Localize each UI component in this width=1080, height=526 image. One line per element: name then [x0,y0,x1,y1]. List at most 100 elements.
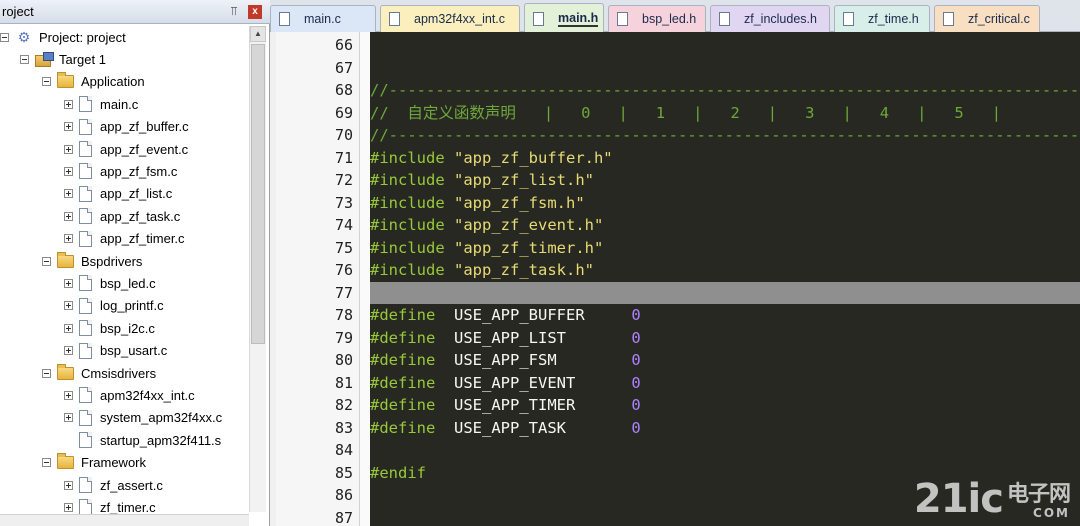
tree-item-file[interactable]: system_apm32f4xx.c [64,407,222,429]
tree-horizontal-scrollbar[interactable] [0,514,249,526]
expand-icon[interactable] [64,346,73,356]
tree-item-folder[interactable]: Bspdrivers [42,250,142,272]
tab-zf-time-h[interactable]: zf_time.h [834,5,930,32]
collapse-icon[interactable] [42,256,51,266]
code-token: //--------------------------------------… [370,126,1080,144]
tree-item-file[interactable]: app_zf_fsm.c [64,160,177,182]
tree-item-file[interactable]: apm32f4xx_int.c [64,384,195,406]
fold-margin [360,32,370,526]
tree-item-file[interactable]: log_printf.c [64,295,164,317]
tab-label: apm32f4xx_int.c [414,12,506,26]
code-line[interactable] [370,281,1080,304]
tree-item-file[interactable]: app_zf_timer.c [64,228,185,250]
collapse-icon[interactable] [42,458,51,468]
tree-item-folder[interactable]: Cmsisdrivers [42,362,156,384]
code-line[interactable]: #define USE_APP_TASK 0 [370,417,1080,440]
code-token: "app_zf_task.h" [454,261,594,279]
line-number: 73 [334,193,353,212]
expand-icon[interactable] [64,301,73,311]
code-token: #include [370,238,454,257]
line-number-gutter: 66 67 68 69 70 71 72 73 74 75 76 77 78 79 80 81 82 83 84 85… [276,32,360,526]
tree-item-file[interactable]: bsp_led.c [64,272,156,294]
tree-item-label: Framework [81,455,147,471]
collapse-icon[interactable] [0,32,9,42]
tree-item-file[interactable]: app_zf_event.c [64,138,188,160]
scroll-up-arrow-icon[interactable]: ▲ [250,26,266,42]
line-number: 68 [334,81,353,99]
tree-item-label: app_zf_buffer.c [100,119,189,135]
tree-vertical-scrollbar[interactable]: ▲ [249,26,266,512]
line-number: 80 [334,351,353,369]
code-line[interactable]: #include "app_zf_buffer.h" [370,147,1080,170]
tree-item-project[interactable]: ⚙ Project: project [0,26,126,48]
tab-zf-includes-h[interactable]: zf_includes.h [710,5,830,32]
code-line[interactable]: #include "app_zf_event.h" [370,214,1080,237]
tree-item-file[interactable]: app_zf_buffer.c [64,116,189,138]
expand-icon[interactable] [64,323,73,333]
code-line[interactable]: #define USE_APP_TIMER 0 [370,394,1080,417]
code-line[interactable]: //--------------------------------------… [370,79,1080,102]
tree-item-file[interactable]: app_zf_list.c [64,183,172,205]
code-line[interactable] [370,34,1080,57]
code-line[interactable]: #include "app_zf_timer.h" [370,237,1080,260]
code-line[interactable] [370,57,1080,80]
code-line[interactable]: //--------------------------------------… [370,124,1080,147]
code-token: 0 [631,328,641,347]
expand-icon[interactable] [64,278,73,288]
tab-main-c[interactable]: main.c [270,5,376,32]
expand-icon[interactable] [64,211,73,221]
expand-icon[interactable] [64,502,73,512]
line-number: 69 [334,103,353,122]
tab-label: main.c [304,12,341,26]
scroll-thumb[interactable] [251,44,265,344]
tree-item-file[interactable]: main.c [64,93,138,115]
code-line[interactable]: #include "app_zf_list.h" [370,169,1080,192]
line-number: 75 [334,238,353,257]
code-token: "app_zf_buffer.h" [454,148,613,167]
expand-icon[interactable] [64,390,73,400]
code-line[interactable]: #define USE_APP_BUFFER 0 [370,304,1080,327]
code-line[interactable]: #define USE_APP_FSM 0 [370,349,1080,372]
expand-icon[interactable] [64,166,73,176]
tree-item-file[interactable]: bsp_usart.c [64,340,167,362]
tree-item-file[interactable]: bsp_i2c.c [64,317,155,339]
code-token: #include [370,171,454,189]
file-icon [79,230,92,247]
expand-icon[interactable] [64,189,73,199]
expand-icon[interactable] [64,144,73,154]
code-line[interactable]: #include "app_zf_task.h" [370,259,1080,282]
expand-icon[interactable] [64,413,73,423]
code-editor[interactable]: 66 67 68 69 70 71 72 73 74 75 76 77 78 79 80 81 82 83 84 85… [276,32,1080,526]
close-panel-button[interactable]: x [248,4,262,19]
collapse-icon[interactable] [42,77,51,87]
tab-zf-critical-c[interactable]: zf_critical.c [934,5,1040,32]
expand-icon[interactable] [64,480,73,490]
line-number: 70 [334,126,353,144]
line-number: 78 [334,306,353,324]
tab-apm32f4xx-int-c[interactable]: apm32f4xx_int.c [380,5,520,32]
tree-item-folder[interactable]: Framework [42,452,146,474]
code-line[interactable]: #include "app_zf_fsm.h" [370,192,1080,215]
tab-main-h[interactable]: main.h [524,3,604,33]
tree-item-target[interactable]: Target 1 [20,48,106,70]
watermark-brand: 21ic [913,476,1004,522]
tree-item-folder[interactable]: Application [42,71,145,93]
code-line[interactable]: #define USE_APP_EVENT 0 [370,372,1080,395]
tree-item-file[interactable]: zf_assert.c [64,474,163,496]
tree-item-file[interactable]: app_zf_task.c [64,205,180,227]
pin-icon[interactable]: ⫪ [226,4,242,19]
collapse-icon[interactable] [42,368,51,378]
tab-bsp-led-h[interactable]: bsp_led.h [608,5,706,32]
expand-icon[interactable] [64,122,73,132]
tab-label: zf_time.h [868,12,919,26]
code-line[interactable] [370,439,1080,462]
expand-icon[interactable] [64,99,73,109]
tree-item-file[interactable]: startup_apm32f411.s [64,429,221,451]
site-watermark: 21ic 电子网 COM [913,476,1071,522]
code-line[interactable]: #define USE_APP_LIST 0 [370,327,1080,350]
collapse-icon[interactable] [20,54,29,64]
expand-icon[interactable] [64,234,73,244]
folder-icon [57,72,74,89]
line-number: 67 [334,58,353,77]
code-line[interactable]: // 自定义函数声明 | 0 | 1 | 2 | 3 | 4 | 5 | [370,102,1080,125]
